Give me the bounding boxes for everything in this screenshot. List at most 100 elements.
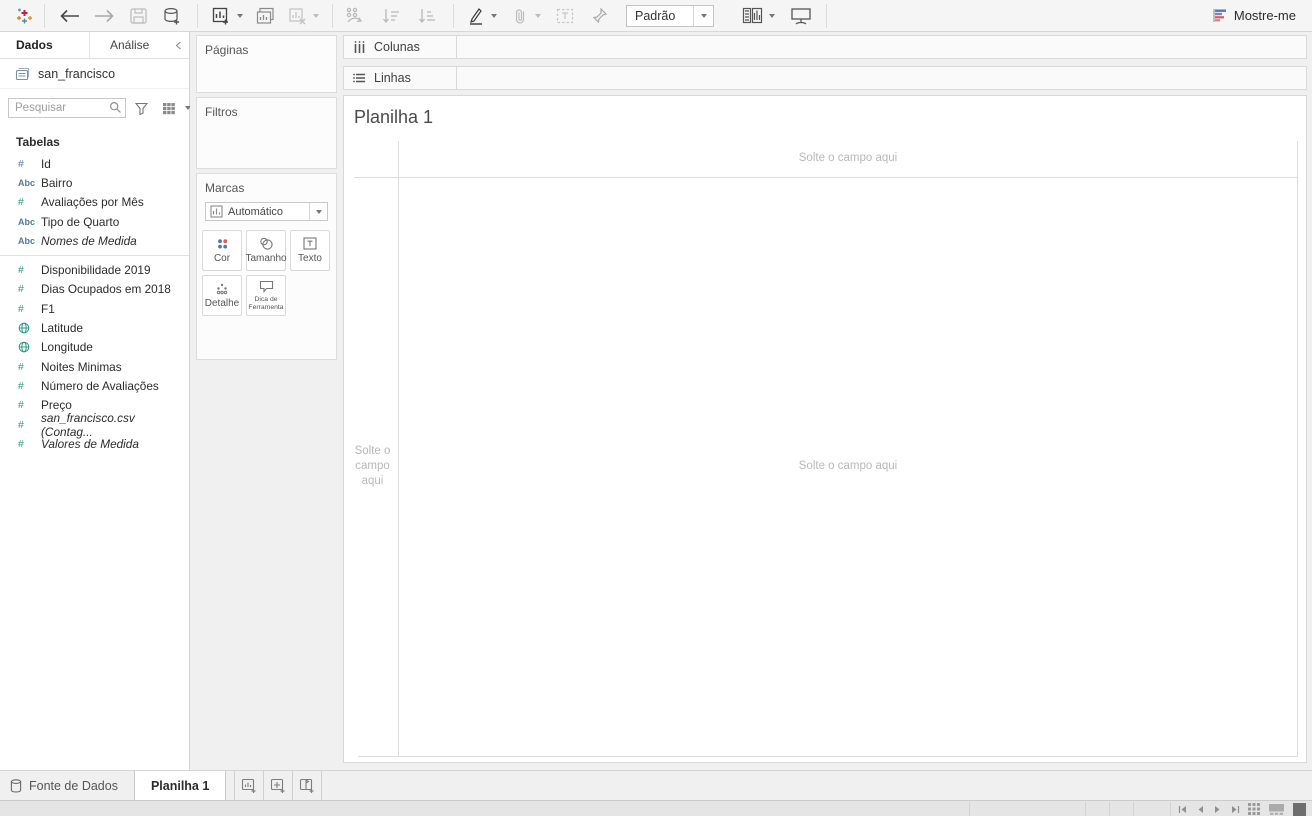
- detail-icon: [215, 283, 229, 295]
- rows-shelf[interactable]: Linhas: [343, 66, 1307, 90]
- highlight-button[interactable]: [464, 3, 488, 29]
- size-button[interactable]: Tamanho: [245, 230, 287, 271]
- next-sheet-icon[interactable]: [1214, 805, 1221, 814]
- pages-card-label: Páginas: [205, 43, 249, 57]
- fix-axes-button[interactable]: [586, 3, 612, 29]
- field-row-nomes-de-medida[interactable]: Abc Nomes de Medida: [0, 231, 189, 250]
- sheet-tab-planilha-1[interactable]: Planilha 1: [133, 771, 227, 800]
- marks-card-label: Marcas: [205, 181, 245, 195]
- show-me-button[interactable]: Mostre-me: [1208, 5, 1300, 26]
- worksheet-canvas[interactable]: Planilha 1 Solte o campo aqui Solte o ca…: [343, 95, 1307, 763]
- sort-ascending-button[interactable]: [377, 3, 405, 29]
- tooltip-button[interactable]: Dica de Ferramenta: [246, 275, 286, 316]
- datasource-tab[interactable]: Fonte de Dados: [0, 771, 134, 800]
- number-icon: #: [18, 379, 24, 392]
- tableau-window: Padrão Mostre-me Dados Análise san_franc…: [0, 0, 1312, 816]
- fit-selector[interactable]: Padrão: [626, 4, 714, 27]
- field-row-noites-minimas[interactable]: # Noites Minimas: [0, 357, 189, 376]
- presentation-mode-button[interactable]: [786, 3, 816, 29]
- columns-shelf[interactable]: Colunas: [343, 35, 1307, 59]
- tableau-logo-icon[interactable]: [12, 3, 36, 29]
- datasource-item[interactable]: san_francisco: [0, 59, 189, 89]
- sheet-nav-controls: [1178, 801, 1240, 816]
- tab-dados[interactable]: Dados: [0, 32, 90, 58]
- field-row-id[interactable]: # Id: [0, 154, 189, 173]
- clear-sheet-button[interactable]: [284, 3, 310, 29]
- save-button[interactable]: [125, 3, 151, 29]
- color-button[interactable]: Cor: [202, 230, 242, 271]
- clear-sheet-caret-icon[interactable]: [310, 3, 322, 29]
- group-caret-icon[interactable]: [532, 3, 544, 29]
- show-mark-labels-button[interactable]: [552, 3, 578, 29]
- sheet-title[interactable]: Planilha 1: [354, 107, 433, 128]
- new-dashboard-tab-button[interactable]: [263, 771, 294, 800]
- field-row-dias-ocupados[interactable]: # Dias Ocupados em 2018: [0, 280, 189, 299]
- number-icon: #: [18, 360, 24, 373]
- new-worksheet-caret-icon[interactable]: [234, 3, 246, 29]
- show-tabs-icon[interactable]: [1293, 802, 1306, 816]
- rows-icon: [353, 72, 366, 84]
- columns-icon: [353, 41, 366, 53]
- mark-type-dropdown[interactable]: Automático: [205, 202, 328, 221]
- new-worksheet-tab-button[interactable]: [234, 771, 265, 800]
- globe-icon: [18, 341, 41, 353]
- filters-card[interactable]: Filtros: [196, 97, 337, 169]
- show-cards-caret-icon[interactable]: [766, 3, 778, 29]
- field-row-numero-de-avaliacoes[interactable]: # Número de Avaliações: [0, 376, 189, 395]
- swap-axes-button[interactable]: [341, 3, 369, 29]
- pages-card[interactable]: Páginas: [196, 35, 337, 93]
- text-icon: Abc: [18, 177, 36, 188]
- detail-button[interactable]: Detalhe: [202, 275, 242, 316]
- show-cards-button[interactable]: [738, 3, 766, 29]
- drop-zone-columns[interactable]: Solte o campo aqui: [398, 152, 1298, 164]
- field-row-disponibilidade-2019[interactable]: # Disponibilidade 2019: [0, 260, 189, 279]
- view-options-icon[interactable]: [158, 98, 181, 118]
- database-icon: [10, 778, 22, 793]
- show-me-label: Mostre-me: [1233, 8, 1296, 23]
- number-icon: #: [18, 157, 24, 170]
- drop-zone-center[interactable]: Solte o campo aqui: [398, 460, 1298, 472]
- text-icon: Abc: [18, 216, 36, 227]
- text-button[interactable]: Texto: [290, 230, 330, 271]
- redo-button[interactable]: [89, 3, 119, 29]
- marks-buttons: Cor Tamanho Texto Detalhe Dica de Ferram…: [197, 228, 336, 318]
- last-sheet-icon[interactable]: [1231, 805, 1240, 814]
- undo-button[interactable]: [55, 3, 85, 29]
- field-row-avaliacoes-por-mes[interactable]: # Avaliações por Mês: [0, 193, 189, 212]
- tables-header: Tabelas: [16, 135, 60, 149]
- duplicate-sheet-button[interactable]: [252, 3, 278, 29]
- mark-type-value: Automático: [228, 205, 284, 218]
- new-story-tab-button[interactable]: [292, 771, 323, 800]
- number-icon: #: [18, 196, 24, 209]
- first-sheet-icon[interactable]: [1178, 805, 1187, 814]
- tab-analise[interactable]: Análise: [90, 32, 167, 58]
- rows-shelf-droparea[interactable]: [457, 67, 1306, 89]
- field-row-latitude[interactable]: Latitude: [0, 318, 189, 337]
- drop-zone-rows[interactable]: Solte o campo aqui: [349, 444, 396, 489]
- mark-type-caret-icon[interactable]: [309, 203, 327, 220]
- field-row-tipo-de-quarto[interactable]: Abc Tipo de Quarto: [0, 212, 189, 231]
- filter-fields-icon[interactable]: [131, 98, 152, 118]
- fit-selector-caret-icon[interactable]: [693, 5, 713, 26]
- sort-descending-button[interactable]: [413, 3, 441, 29]
- sheet-sorter-icon[interactable]: [1248, 803, 1260, 815]
- mark-type-icon: [210, 205, 223, 218]
- field-row-contagem[interactable]: # san_francisco.csv (Contag...: [0, 411, 189, 439]
- show-me-icon: [1212, 8, 1227, 23]
- main-toolbar: Padrão Mostre-me: [0, 0, 1312, 32]
- new-datasource-button[interactable]: [159, 3, 185, 29]
- field-row-f1[interactable]: # F1: [0, 299, 189, 318]
- new-worksheet-button[interactable]: [208, 3, 234, 29]
- size-icon: [258, 237, 274, 250]
- field-row-bairro[interactable]: Abc Bairro: [0, 173, 189, 192]
- highlight-caret-icon[interactable]: [488, 3, 500, 29]
- columns-shelf-label: Colunas: [344, 36, 457, 58]
- field-row-longitude[interactable]: Longitude: [0, 338, 189, 357]
- filmstrip-icon[interactable]: [1269, 803, 1284, 815]
- columns-shelf-droparea[interactable]: [457, 36, 1306, 58]
- group-button[interactable]: [508, 3, 532, 29]
- view-mode-controls: [1248, 801, 1306, 816]
- field-list: # Id Abc Bairro # Avaliações por Mês Abc Tip…: [0, 154, 189, 453]
- previous-sheet-icon[interactable]: [1197, 805, 1204, 814]
- collapse-pane-icon[interactable]: [167, 32, 189, 58]
